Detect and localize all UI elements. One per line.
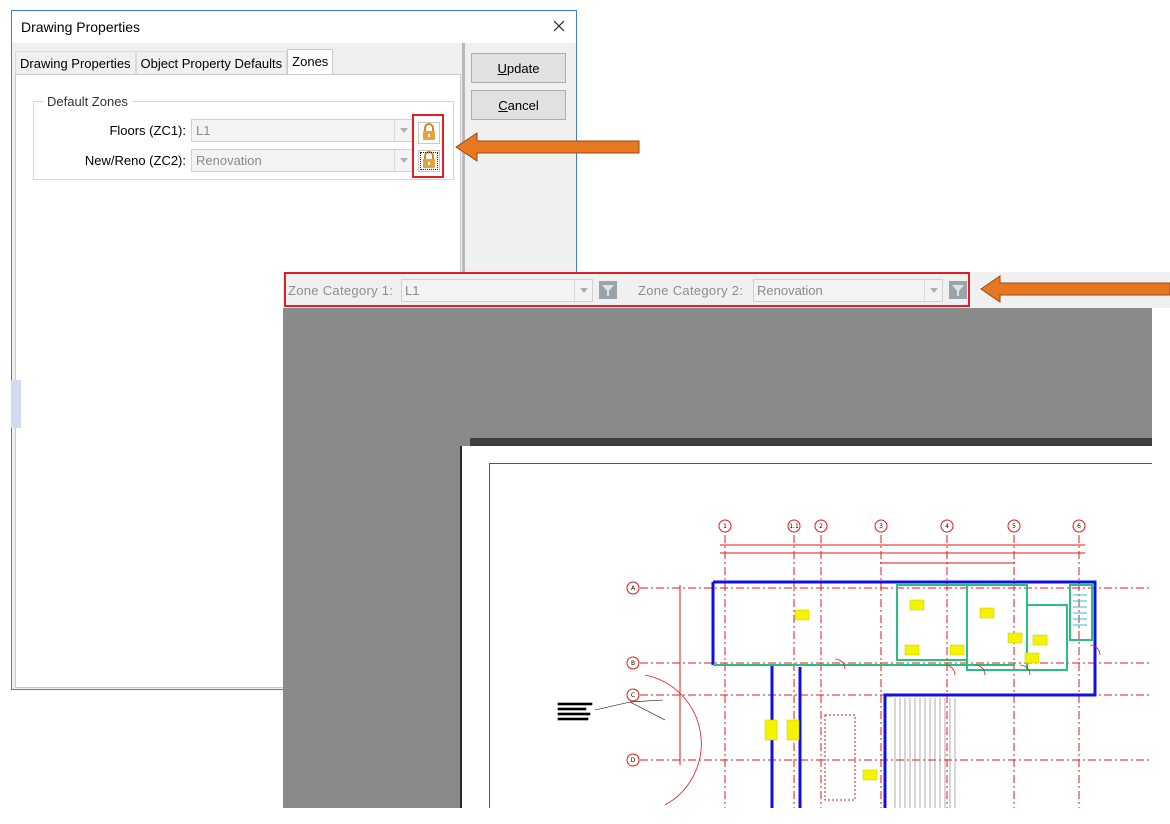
zone-category-1-value: L1 (405, 283, 420, 298)
cancel-button[interactable]: Cancel (471, 90, 566, 120)
sheet-shadow (470, 438, 1152, 446)
floors-label: Floors (ZC1): (109, 123, 186, 138)
chevron-down-icon[interactable] (574, 280, 592, 301)
filter-icon[interactable] (948, 280, 968, 300)
update-button[interactable]: Update (471, 53, 566, 83)
floors-lock-button[interactable] (418, 122, 440, 144)
new-reno-label: New/Reno (ZC2): (84, 153, 186, 168)
new-reno-zc2-select[interactable]: Renovation (191, 149, 413, 172)
lock-buttons-highlight (412, 114, 444, 178)
title-bar[interactable]: Drawing Properties (12, 11, 576, 43)
callout-arrow-left (980, 275, 1170, 303)
lock-icon (421, 151, 437, 171)
window-side-marker (11, 380, 21, 428)
callout-arrow-left (455, 132, 640, 162)
dashed-area (824, 714, 856, 801)
floor-plan[interactable]: 1 1.1 2 3 4 5 6 A B C D (555, 515, 1152, 808)
chevron-down-icon[interactable] (394, 150, 412, 171)
zone-category-1-select[interactable]: L1 (401, 279, 593, 302)
tab-object-property-defaults[interactable]: Object Property Defaults (135, 51, 288, 76)
dimension-lines (679, 544, 1085, 765)
zone-category-2-label: Zone Category 2: (638, 283, 744, 298)
leader-note (557, 699, 666, 721)
update-mnemonic: U (497, 60, 507, 76)
grid-col-label: 4 (945, 523, 949, 530)
group-legend: Default Zones (43, 94, 132, 109)
dialog-title: Drawing Properties (21, 19, 141, 35)
new-reno-zc2-value: Renovation (196, 153, 262, 168)
room-tags (764, 599, 1048, 781)
stair (1073, 594, 1087, 626)
chevron-down-icon[interactable] (924, 280, 942, 301)
floors-zc1-select[interactable]: L1 (191, 119, 413, 142)
cancel-label: ancel (507, 97, 539, 113)
filter-icon[interactable] (598, 280, 618, 300)
tab-zones[interactable]: Zones (287, 49, 334, 77)
grid-col-label: 1.1 (789, 523, 799, 530)
floors-zc1-value: L1 (196, 123, 211, 138)
tab-strip: Drawing Properties Object Property Defau… (15, 49, 334, 77)
hatch (894, 698, 956, 808)
zone-category-2-select[interactable]: Renovation (753, 279, 943, 302)
new-reno-lock-button[interactable] (418, 150, 440, 172)
grid-row-label: B (631, 660, 635, 667)
zone-category-2-value: Renovation (757, 283, 823, 298)
update-label: pdate (506, 60, 540, 76)
grid-row-label: C (631, 692, 635, 699)
cancel-mnemonic: C (498, 97, 508, 113)
close-icon[interactable] (548, 15, 570, 37)
grid-col-label: 6 (1077, 523, 1081, 530)
tab-drawing-properties[interactable]: Drawing Properties (15, 51, 136, 76)
zone-category-1-label: Zone Category 1: (288, 283, 394, 298)
chevron-down-icon[interactable] (394, 120, 412, 141)
grid-col-label: 2 (819, 523, 823, 530)
grid-col-label: 3 (879, 523, 883, 530)
default-zones-group: Default Zones Floors (ZC1): L1 New/Reno … (33, 94, 454, 180)
lock-icon (421, 123, 437, 143)
grid-col-label: 1 (723, 523, 727, 530)
grid-lines (640, 535, 1152, 808)
grid-row-label: D (631, 757, 636, 764)
grid-col-label: 5 (1012, 523, 1016, 530)
